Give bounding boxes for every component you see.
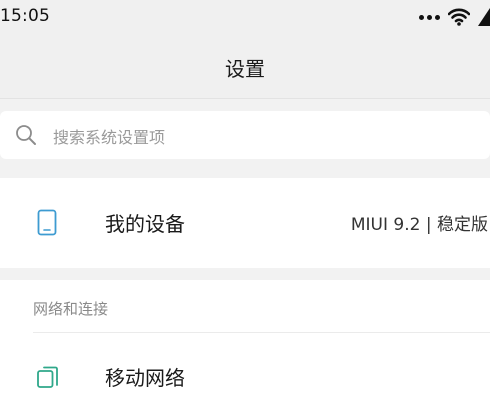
search-placeholder: 搜索系统设置项 bbox=[53, 128, 166, 147]
more-dots-icon bbox=[419, 14, 440, 20]
status-bar: 15:05 bbox=[0, 0, 490, 34]
wifi-icon bbox=[448, 8, 470, 26]
sim-card-icon bbox=[37, 366, 58, 388]
search-input[interactable]: 搜索系统设置项 bbox=[0, 111, 490, 159]
my-device-label: 我的设备 bbox=[105, 212, 185, 236]
section-title-network: 网络和连接 bbox=[33, 300, 109, 318]
signal-icon bbox=[478, 8, 490, 26]
network-section: 网络和连接 移动网络 bbox=[0, 280, 490, 405]
status-time: 15:05 bbox=[0, 6, 50, 26]
status-icons bbox=[419, 6, 490, 28]
header: 设置 bbox=[0, 34, 490, 99]
search-area: 搜索系统设置项 bbox=[0, 99, 490, 170]
search-icon bbox=[16, 125, 36, 145]
device-version: MIUI 9.2 | 稳定版 bbox=[350, 215, 488, 235]
phone-icon bbox=[37, 209, 57, 236]
my-device-item[interactable]: 我的设备 MIUI 9.2 | 稳定版 bbox=[0, 178, 490, 268]
mobile-network-item[interactable] bbox=[0, 333, 490, 405]
mobile-network-label: 移动网络 bbox=[105, 366, 185, 390]
page-title: 设置 bbox=[225, 57, 265, 81]
